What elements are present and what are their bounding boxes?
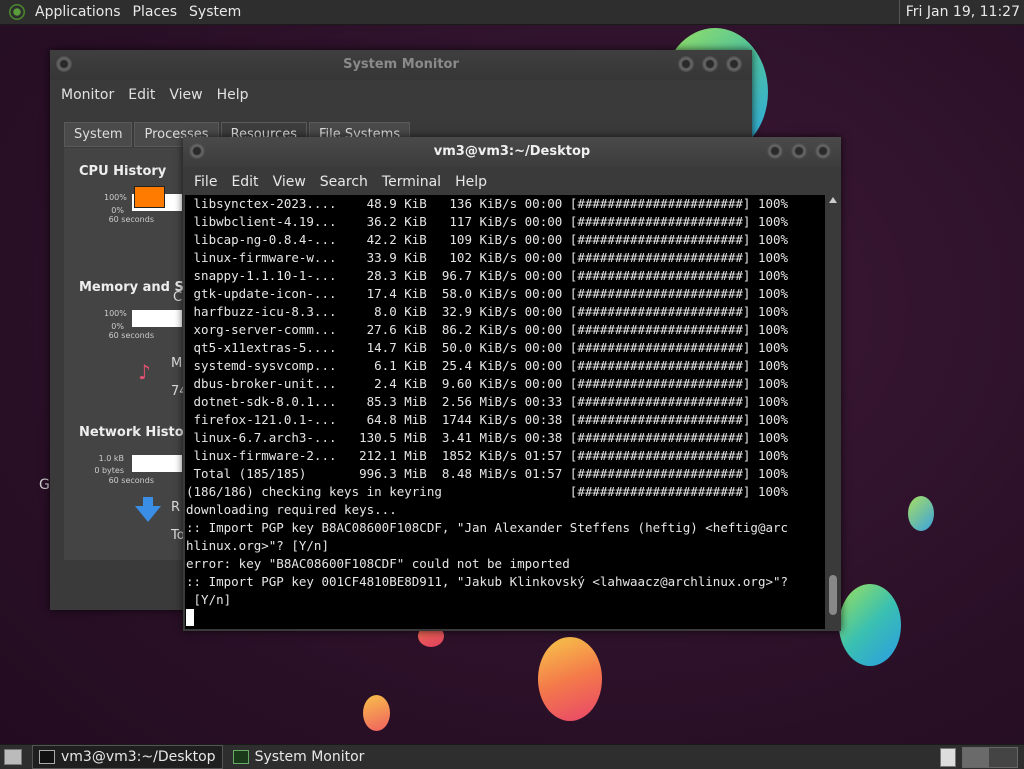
terminal-line: libsynctex-2023.... 48.9 KiB 136 KiB/s 0… xyxy=(186,196,789,211)
terminal-line: qt5-x11extras-5.... 14.7 KiB 50.0 KiB/s … xyxy=(186,340,789,355)
terminal-output: libsynctex-2023.... 48.9 KiB 136 KiB/s 0… xyxy=(185,195,825,609)
decorative-bubble xyxy=(363,695,390,731)
terminal-line: linux-firmware-w... 33.9 KiB 102 KiB/s 0… xyxy=(186,250,789,265)
taskbar-item-label: vm3@vm3:~/Desktop xyxy=(61,749,216,765)
tab-system[interactable]: System xyxy=(64,122,133,147)
menu-search[interactable]: Search xyxy=(313,174,375,190)
system-menu[interactable]: System xyxy=(183,0,247,24)
window-menu-icon[interactable] xyxy=(189,143,205,159)
bottom-panel: vm3@vm3:~/Desktop System Monitor xyxy=(0,744,1024,769)
cpu-history-title: CPU History xyxy=(79,164,167,179)
clock[interactable]: Fri Jan 19, 11:27 xyxy=(898,0,1020,24)
terminal-menubar: File Edit View Search Terminal Help xyxy=(183,167,841,197)
taskbar-item-terminal[interactable]: vm3@vm3:~/Desktop xyxy=(32,745,223,769)
terminal-scrollbar[interactable] xyxy=(827,195,839,629)
memory-x-label: 60 seconds xyxy=(108,331,154,340)
memory-y-top: 100% xyxy=(104,309,127,318)
terminal-line: dotnet-sdk-8.0.1... 85.3 MiB 2.56 MiB/s … xyxy=(186,394,789,409)
close-button[interactable] xyxy=(815,143,831,159)
top-panel: Applications Places System Fri Jan 19, 1… xyxy=(0,0,1024,25)
maximize-button[interactable] xyxy=(702,56,718,72)
terminal-line: error: key "B8AC08600F108CDF" could not … xyxy=(186,556,570,571)
terminal-line: harfbuzz-icu-8.3... 8.0 KiB 32.9 KiB/s 0… xyxy=(186,304,789,319)
cpu-y-bottom: 0% xyxy=(111,206,124,215)
memory-text-1: M xyxy=(171,356,183,371)
terminal-titlebar[interactable]: vm3@vm3:~/Desktop xyxy=(183,137,841,167)
terminal-line: libwbclient-4.19... 36.2 KiB 117 KiB/s 0… xyxy=(186,214,789,229)
network-y-bottom: 0 bytes xyxy=(94,466,124,475)
terminal-line: systemd-sysvcomp... 6.1 KiB 25.4 KiB/s 0… xyxy=(186,358,789,373)
menu-view[interactable]: View xyxy=(266,174,313,190)
trash-icon[interactable] xyxy=(940,748,956,767)
window-title: System Monitor xyxy=(343,57,459,72)
memory-graph xyxy=(132,310,182,327)
terminal-line: gtk-update-icon-... 17.4 KiB 58.0 KiB/s … xyxy=(186,286,789,301)
terminal-line: dbus-broker-unit... 2.4 KiB 9.60 KiB/s 0… xyxy=(186,376,789,391)
workspace-2[interactable] xyxy=(990,748,1016,767)
menu-terminal[interactable]: Terminal xyxy=(375,174,448,190)
decorative-bubble xyxy=(908,496,934,531)
desktop-icon-label: G xyxy=(39,477,50,493)
terminal-icon xyxy=(39,750,55,764)
terminal-window: vm3@vm3:~/Desktop File Edit View Search … xyxy=(183,137,841,631)
applications-menu[interactable]: Applications xyxy=(29,0,127,24)
scroll-up-icon[interactable] xyxy=(829,197,837,203)
maximize-button[interactable] xyxy=(791,143,807,159)
network-text-1: R xyxy=(171,500,181,515)
menu-view[interactable]: View xyxy=(162,87,209,103)
close-button[interactable] xyxy=(726,56,742,72)
decorative-bubble xyxy=(538,637,602,721)
top-menu: Applications Places System xyxy=(0,0,247,24)
menu-help[interactable]: Help xyxy=(448,174,494,190)
network-x-label: 60 seconds xyxy=(108,476,154,485)
workspace-1[interactable] xyxy=(963,748,989,767)
window-menu-icon[interactable] xyxy=(56,56,72,72)
system-monitor-icon xyxy=(232,750,249,764)
minimize-button[interactable] xyxy=(767,143,783,159)
memory-pie-icon[interactable]: ♪ xyxy=(138,360,151,384)
menu-file[interactable]: File xyxy=(187,174,224,190)
minimize-button[interactable] xyxy=(678,56,694,72)
system-monitor-titlebar[interactable]: System Monitor xyxy=(50,50,752,80)
terminal-line: [Y/n] xyxy=(186,592,232,607)
terminal-screen[interactable]: libsynctex-2023.... 48.9 KiB 136 KiB/s 0… xyxy=(185,195,825,629)
menu-edit[interactable]: Edit xyxy=(224,174,265,190)
show-desktop-icon[interactable] xyxy=(4,749,22,765)
terminal-line: snappy-1.1.10-1-... 28.3 KiB 96.7 KiB/s … xyxy=(186,268,789,283)
scrollbar-thumb[interactable] xyxy=(829,575,837,615)
network-graph xyxy=(132,455,182,472)
terminal-line: firefox-121.0.1-... 64.8 MiB 1744 KiB/s … xyxy=(186,412,789,427)
terminal-prompt-line xyxy=(185,609,825,627)
network-history-title: Network History xyxy=(79,425,199,440)
download-arrow-icon[interactable] xyxy=(135,506,161,522)
terminal-line: linux-firmware-2... 212.1 MiB 1852 KiB/s… xyxy=(186,448,789,463)
cpu-y-top: 100% xyxy=(104,193,127,202)
distro-logo-icon[interactable] xyxy=(9,4,25,20)
terminal-line: Total (185/185) 996.3 MiB 8.48 MiB/s 01:… xyxy=(186,466,789,481)
terminal-line: downloading required keys... xyxy=(186,502,397,517)
terminal-line: hlinux.org>"? [Y/n] xyxy=(186,538,329,553)
menu-help[interactable]: Help xyxy=(210,87,256,103)
terminal-line: :: Import PGP key B8AC08600F108CDF, "Jan… xyxy=(186,520,789,535)
cpu-x-label: 60 seconds xyxy=(108,215,154,224)
terminal-line: (186/186) checking keys in keyring [####… xyxy=(186,484,789,499)
window-title: vm3@vm3:~/Desktop xyxy=(433,144,591,159)
terminal-line: :: Import PGP key 001CF4810BE8D911, "Jak… xyxy=(186,574,789,589)
menu-edit[interactable]: Edit xyxy=(121,87,162,103)
decorative-bubble xyxy=(839,584,901,666)
taskbar-item-system-monitor[interactable]: System Monitor xyxy=(227,746,371,768)
places-menu[interactable]: Places xyxy=(127,0,184,24)
terminal-line: linux-6.7.arch3-... 130.5 MiB 3.41 MiB/s… xyxy=(186,430,789,445)
workspace-switcher[interactable] xyxy=(962,747,1018,768)
menu-monitor[interactable]: Monitor xyxy=(54,87,121,103)
terminal-line: libcap-ng-0.8.4-... 42.2 KiB 109 KiB/s 0… xyxy=(186,232,789,247)
taskbar-item-label: System Monitor xyxy=(254,749,365,765)
memory-y-bottom: 0% xyxy=(111,322,124,331)
terminal-line: xorg-server-comm... 27.6 KiB 86.2 KiB/s … xyxy=(186,322,789,337)
system-monitor-menubar: Monitor Edit View Help xyxy=(50,80,752,110)
text-cursor xyxy=(186,609,194,626)
network-y-top: 1.0 kB xyxy=(98,454,124,463)
cpu-color-swatch[interactable] xyxy=(134,186,165,208)
